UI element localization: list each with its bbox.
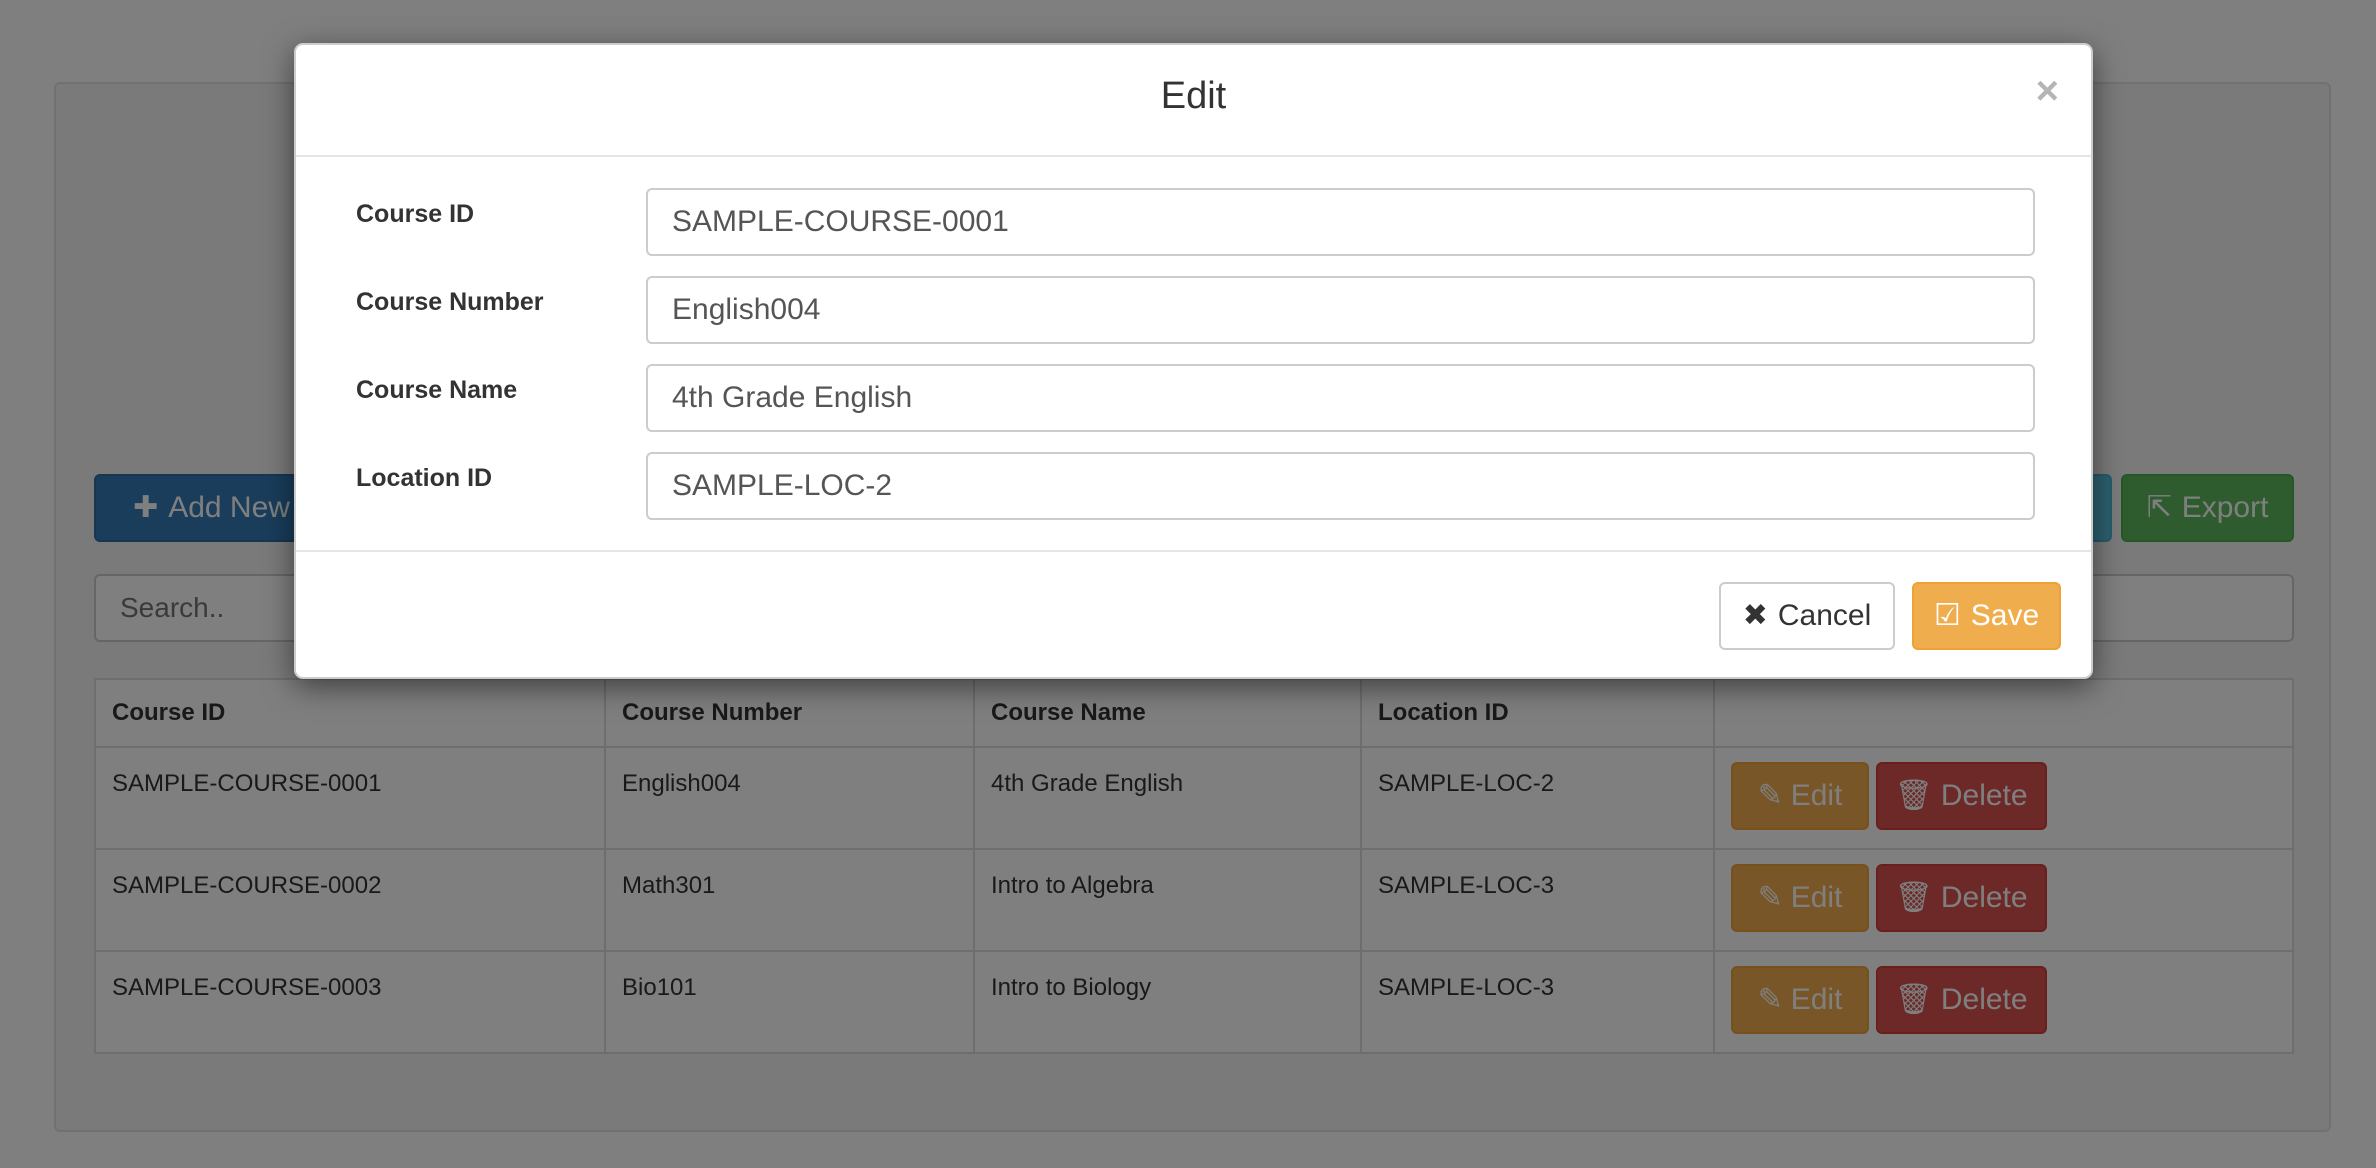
modal-title: Edit xyxy=(1160,75,1227,117)
location-id-label: Location ID xyxy=(356,464,493,492)
check-icon: ☑ xyxy=(1933,599,1961,632)
location-id-field[interactable] xyxy=(646,452,2035,520)
course-name-field[interactable] xyxy=(646,364,2035,432)
form-row-course-name: Course Name xyxy=(296,364,2091,432)
form-row-course-number: Course Number xyxy=(296,276,2091,344)
form-row-course-id: Course ID xyxy=(296,188,2091,256)
course-name-label: Course Name xyxy=(356,376,518,404)
save-button[interactable]: ☑ Save xyxy=(1912,582,2061,650)
course-id-field[interactable] xyxy=(646,188,2035,256)
page: ✚ Add New ⇱ Export Course ID Course Numb… xyxy=(0,0,2376,1168)
course-number-label: Course Number xyxy=(356,288,544,316)
course-number-field[interactable] xyxy=(646,276,2035,344)
cancel-label: Cancel xyxy=(1777,599,1872,632)
cancel-button[interactable]: ✖ Cancel xyxy=(1719,582,1895,650)
form-row-location-id: Location ID xyxy=(296,452,2091,520)
modal-header: Edit × xyxy=(296,45,2091,157)
edit-modal: Edit × Course ID Course Number Course Na… xyxy=(294,43,2093,679)
modal-footer: ✖ Cancel ☑ Save xyxy=(296,550,2091,679)
save-label: Save xyxy=(1970,599,2040,632)
close-icon[interactable]: × xyxy=(2036,71,2059,111)
course-id-label: Course ID xyxy=(356,200,475,228)
close-icon: ✖ xyxy=(1742,599,1768,632)
